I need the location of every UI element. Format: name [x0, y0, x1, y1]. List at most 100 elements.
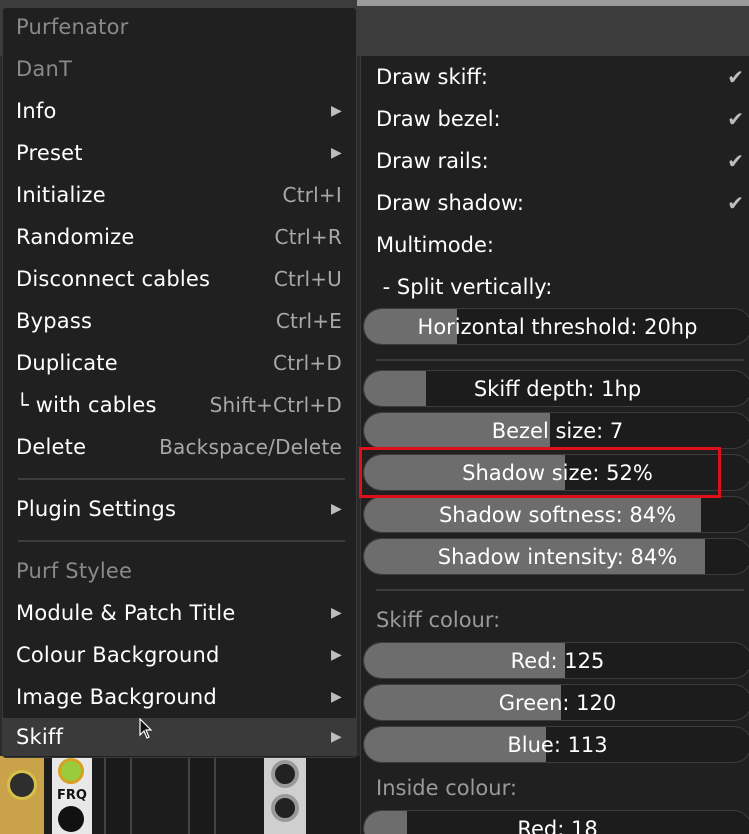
menu-item-label: Plugin Settings [16, 497, 177, 521]
menu-header-label: Purf Stylee [16, 559, 133, 583]
slider-label: Shadow softness: 84% [438, 502, 677, 527]
slider-skiff-green[interactable]: Green: 120 [363, 684, 749, 721]
module-panel: FRQ [52, 756, 92, 834]
menu-separator [18, 540, 345, 542]
menu-section-header: Purf Stylee [3, 550, 356, 592]
chevron-right-icon: ▶ [331, 647, 342, 663]
menu-header-label: Purfenator [16, 15, 129, 39]
slider-shadow-softness[interactable]: Shadow softness: 84% [363, 496, 749, 533]
submenu-separator [376, 589, 744, 591]
mouse-cursor-icon [139, 718, 153, 739]
inside-colour-header: Inside colour: [361, 767, 749, 809]
slider-label: Red: 18 [517, 816, 598, 834]
menu-item-shortcut: Backspace/Delete [159, 435, 342, 459]
jack-icon[interactable] [7, 770, 37, 800]
chevron-right-icon: ▶ [331, 729, 342, 745]
slider-label: Bezel size: 7 [491, 418, 624, 443]
slider-horizontal-threshold[interactable]: Horizontal threshold: 20hp [363, 308, 749, 345]
menu-item-plugin-settings[interactable]: Plugin Settings ▶ [3, 488, 356, 530]
section-label: Inside colour: [376, 776, 517, 800]
rack-rail [188, 756, 216, 834]
skiff-colour-header: Skiff colour: [361, 599, 749, 641]
menu-item-label: Initialize [16, 183, 106, 207]
jack-icon[interactable] [271, 794, 299, 822]
menu-header-module-name: Purfenator [3, 6, 356, 48]
menu-item-bypass[interactable]: Bypass Ctrl+E [3, 300, 356, 342]
menu-item-image-background[interactable]: Image Background ▶ [3, 676, 356, 718]
menu-item-skiff[interactable]: Skiff ▶ [3, 718, 356, 756]
toggle-label: Draw bezel: [376, 107, 501, 131]
menu-item-label: Image Background [16, 685, 217, 709]
slider-label: Horizontal threshold: 20hp [417, 314, 698, 339]
rack-modules: FRQ [0, 756, 360, 834]
chevron-right-icon: ▶ [331, 103, 342, 119]
menu-item-label: Delete [16, 435, 87, 459]
menu-item-label: Preset [16, 141, 83, 165]
menu-item-randomize[interactable]: Randomize Ctrl+R [3, 216, 356, 258]
slider-label: Blue: 113 [507, 732, 608, 757]
slider-shadow-size[interactable]: Shadow size: 52% [363, 454, 749, 491]
toggle-draw-shadow[interactable]: Draw shadow: ✔ [361, 182, 749, 224]
module-panel [264, 756, 306, 834]
menu-item-preset[interactable]: Preset ▶ [3, 132, 356, 174]
chevron-right-icon: ▶ [331, 605, 342, 621]
toggle-label: Draw skiff: [376, 65, 489, 89]
menu-item-shortcut: Ctrl+D [273, 351, 342, 375]
menu-item-shortcut: Ctrl+R [274, 225, 342, 249]
menu-item-label: Module & Patch Title [16, 601, 236, 625]
jack-icon[interactable] [58, 758, 84, 784]
menu-item-duplicate[interactable]: Duplicate Ctrl+D [3, 342, 356, 384]
menu-item-duplicate-with-cables[interactable]: └ with cables Shift+Ctrl+D [3, 384, 356, 426]
slider-shadow-intensity[interactable]: Shadow intensity: 84% [363, 538, 749, 575]
menu-item-delete[interactable]: Delete Backspace/Delete [3, 426, 356, 468]
module-context-menu: Purfenator DanT Info ▶ Preset ▶ Initialize… [2, 7, 357, 758]
rack-top-strip [357, 0, 749, 6]
submenu-separator [376, 359, 744, 361]
menu-header-label: DanT [16, 57, 72, 81]
slider-skiff-red[interactable]: Red: 125 [363, 642, 749, 679]
slider-label: Skiff depth: 1hp [473, 376, 642, 401]
menu-item-label: Info [16, 99, 57, 123]
menu-item-label: Duplicate [16, 351, 118, 375]
menu-item-label: Disconnect cables [16, 267, 211, 291]
chevron-right-icon: ▶ [331, 689, 342, 705]
menu-item-initialize[interactable]: Initialize Ctrl+I [3, 174, 356, 216]
section-label: Skiff colour: [376, 608, 501, 632]
toggle-draw-rails[interactable]: Draw rails: ✔ [361, 140, 749, 182]
rack-rail [104, 756, 132, 834]
menu-item-disconnect-cables[interactable]: Disconnect cables Ctrl+U [3, 258, 356, 300]
toggle-label: Draw rails: [376, 149, 489, 173]
menu-header-brand: DanT [3, 48, 356, 90]
menu-item-info[interactable]: Info ▶ [3, 90, 356, 132]
toggle-split-vertically[interactable]: - Split vertically: [361, 266, 749, 308]
toggle-label: Multimode: [376, 233, 494, 257]
slider-label: Red: 125 [510, 648, 605, 673]
slider-label: Shadow intensity: 84% [437, 544, 678, 569]
module-label: FRQ [57, 788, 87, 803]
menu-item-colour-background[interactable]: Colour Background ▶ [3, 634, 356, 676]
menu-item-label: Colour Background [16, 643, 220, 667]
toggle-draw-bezel[interactable]: Draw bezel: ✔ [361, 98, 749, 140]
menu-item-shortcut: Ctrl+U [273, 267, 342, 291]
module-panel [0, 756, 44, 834]
checkmark-icon: ✔ [727, 107, 744, 131]
menu-item-label: Randomize [16, 225, 135, 249]
slider-label: Green: 120 [498, 690, 617, 715]
menu-item-label: └ with cables [16, 393, 157, 417]
slider-bezel-size[interactable]: Bezel size: 7 [363, 412, 749, 449]
checkmark-icon: ✔ [727, 191, 744, 215]
jack-icon[interactable] [271, 760, 299, 788]
menu-item-label: Bypass [16, 309, 93, 333]
toggle-label: - Split vertically: [376, 275, 553, 299]
menu-separator [18, 478, 345, 480]
menu-item-shortcut: Ctrl+I [282, 183, 342, 207]
toggle-multimode[interactable]: Multimode: [361, 224, 749, 266]
slider-inside-red[interactable]: Red: 18 [363, 810, 749, 834]
slider-skiff-blue[interactable]: Blue: 113 [363, 726, 749, 763]
slider-skiff-depth[interactable]: Skiff depth: 1hp [363, 370, 749, 407]
chevron-right-icon: ▶ [331, 145, 342, 161]
knob-icon[interactable] [58, 806, 84, 832]
toggle-draw-skiff[interactable]: Draw skiff: ✔ [361, 56, 749, 98]
menu-item-label: Skiff [16, 725, 64, 749]
menu-item-module-patch-title[interactable]: Module & Patch Title ▶ [3, 592, 356, 634]
